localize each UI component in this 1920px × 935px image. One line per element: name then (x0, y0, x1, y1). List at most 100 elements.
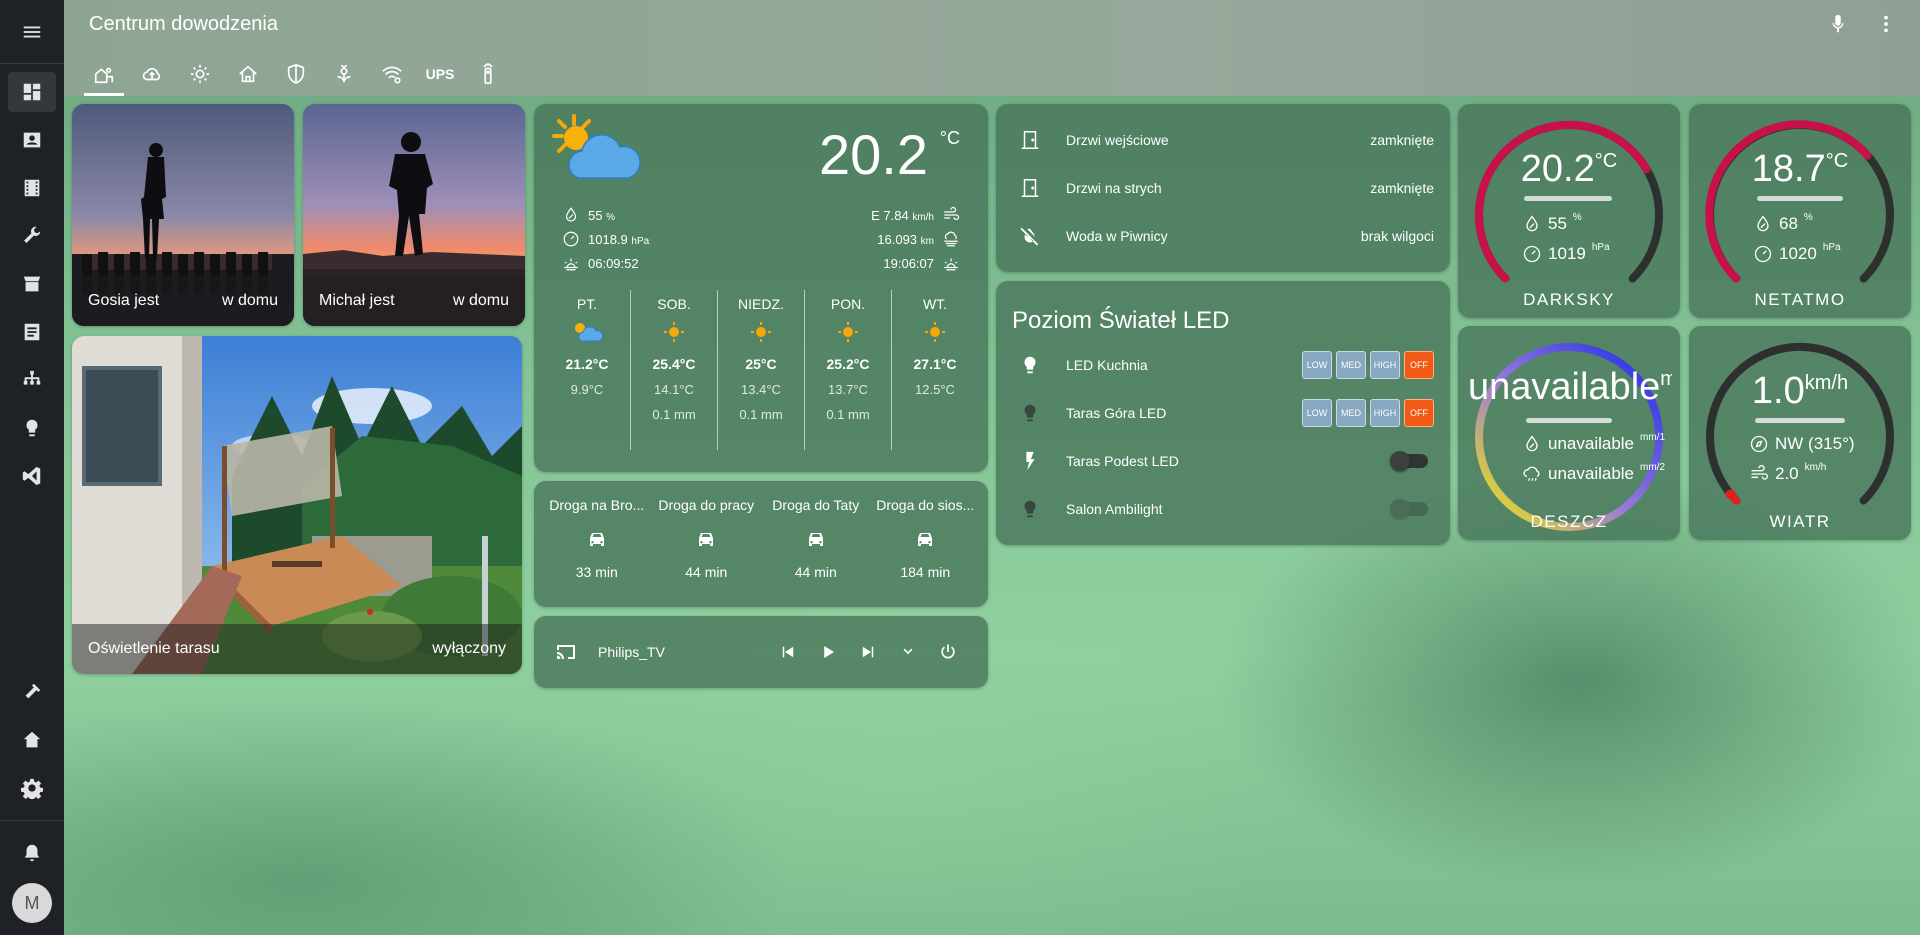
person-card-gosia[interactable]: Gosia jest w domu (72, 104, 294, 326)
sidebar-item-overview[interactable] (8, 72, 56, 112)
media-player-name: Philips_TV (598, 644, 665, 660)
entity-row[interactable]: Drzwi na strych zamknięte (1016, 168, 1434, 208)
wind-gust: 2.0 (1775, 464, 1799, 483)
humidity-value: 68 (1779, 214, 1798, 233)
wind-gauge-card[interactable]: 1.0km/h NW (315°) 2.0 km/h WIATR (1689, 326, 1911, 540)
sidebar-item-zones[interactable] (8, 168, 56, 208)
forecast-high: 21.2°C (565, 356, 609, 372)
wind-unit: km/h (1804, 372, 1849, 394)
led-row-kuchnia[interactable]: LED Kuchnia LOW MED HIGH OFF (1016, 345, 1434, 385)
darksky-gauge-card[interactable]: 20.2°C 55% 1019 hPa DARKSKY (1458, 104, 1680, 318)
sidebar-item-hacs[interactable] (8, 264, 56, 304)
menu-button[interactable] (0, 0, 64, 64)
tab-garden[interactable] (320, 52, 368, 96)
sidebar-item-supervisor[interactable] (8, 720, 56, 760)
vscode-icon (22, 466, 41, 486)
rain-gauge-card[interactable]: unavailablemm unavailablemm/1 unavailabl… (1458, 326, 1680, 540)
rain-total-value: unavailable (1548, 464, 1635, 483)
toggle-switch-disabled[interactable] (1390, 499, 1428, 519)
sunset-icon (944, 258, 958, 271)
entity-name: Taras Góra LED (1066, 405, 1167, 421)
person-name: Gosia jest (88, 292, 160, 309)
previous-button[interactable] (768, 643, 808, 661)
sidebar-item-settings[interactable] (8, 768, 56, 808)
toggle-switch[interactable] (1390, 451, 1428, 471)
sidebar-item-network[interactable] (8, 360, 56, 400)
rain-total-unit: mm/2 (1640, 461, 1666, 473)
tab-remote[interactable] (464, 52, 512, 96)
sidebar-item-profile-card[interactable] (8, 120, 56, 160)
person-card-michal[interactable]: Michał jest w domu (303, 104, 525, 326)
led-med-button[interactable]: MED (1336, 351, 1366, 379)
wind-value: 1.0 (1751, 370, 1805, 412)
netatmo-gauge-card[interactable]: 18.7°C 68% 1020 hPa NETATMO (1689, 104, 1911, 318)
tab-home[interactable] (80, 52, 128, 96)
sidebar-item-tools[interactable] (8, 216, 56, 256)
next-button[interactable] (848, 643, 888, 661)
humidity-unit: % (606, 211, 615, 223)
skip-next-icon (862, 646, 874, 658)
led-off-button[interactable]: OFF (1404, 351, 1434, 379)
travel-name: Droga do sios... (876, 497, 975, 513)
led-row-salon-ambilight[interactable]: Salon Ambilight (1016, 489, 1434, 529)
sidebar-item-notifications[interactable] (8, 833, 56, 873)
pressure-value: 1018.9 (588, 231, 628, 247)
gauge-value: unavailablemm (1468, 366, 1672, 409)
sidebar-item-logbook[interactable] (8, 312, 56, 352)
view-tabs: UPS (80, 52, 512, 96)
travel-item[interactable]: Droga do Taty 44 min (761, 497, 871, 580)
sun-icon (190, 64, 210, 84)
led-row-taras-gora[interactable]: Taras Góra LED LOW MED HIGH OFF (1016, 393, 1434, 433)
forecast-day-name: PT. (576, 296, 598, 312)
person-state: w domu (452, 292, 509, 309)
partly-cloudy-icon (575, 323, 604, 342)
tab-rooms[interactable] (224, 52, 272, 96)
travel-item[interactable]: Droga do pracy 44 min (652, 497, 762, 580)
entity-row[interactable]: Drzwi wejściowe zamknięte (1016, 120, 1434, 160)
wind-icon (1751, 465, 1768, 480)
tab-network[interactable] (368, 52, 416, 96)
entity-row[interactable]: Woda w Piwnicy brak wilgoci (1016, 216, 1434, 256)
weather-forecast: PT. 21.2°C 9.9°C SOB. 25.4°C 14.1°C 0.1 … (544, 290, 978, 450)
sidebar-item-lights[interactable] (8, 408, 56, 448)
forecast-day-name: PON. (830, 296, 866, 312)
camera-card-terrace[interactable]: Oświetlenie tarasu wyłączony (72, 336, 522, 674)
forecast-day: NIEDZ. 25°C 13.4°C 0.1 mm (718, 290, 805, 450)
travel-item[interactable]: Droga do sios... 184 min (871, 497, 981, 580)
sunrise-time: 06:09:52 (588, 255, 639, 271)
wind-gust-row: 2.0 km/h (1749, 462, 1826, 484)
tab-ups[interactable]: UPS (416, 52, 464, 96)
person-bar: Gosia jest w domu (72, 276, 294, 326)
travel-item[interactable]: Droga na Bro... 33 min (542, 497, 652, 580)
sidebar-item-vscode[interactable] (8, 456, 56, 496)
pressure-unit: hPa (1591, 241, 1610, 253)
wind-direction-row: NW (315°) (1749, 434, 1855, 454)
wifi-cog-icon (382, 66, 402, 84)
avatar[interactable]: M (12, 883, 52, 923)
led-off-button[interactable]: OFF (1404, 399, 1434, 427)
sidebar-item-developer-tools[interactable] (8, 672, 56, 712)
expand-button[interactable] (888, 643, 928, 661)
weather-rainy-icon (1523, 466, 1540, 481)
power-button[interactable] (928, 642, 968, 662)
tab-weather[interactable] (176, 52, 224, 96)
play-button[interactable] (808, 643, 848, 661)
tab-security[interactable] (272, 52, 320, 96)
voice-button[interactable] (1826, 12, 1850, 36)
led-low-button[interactable]: LOW (1302, 399, 1332, 427)
person-name: Michał jest (319, 292, 395, 309)
more-options-button[interactable] (1874, 12, 1898, 36)
flash-icon (1026, 451, 1035, 471)
wind-icon (944, 206, 960, 221)
led-high-button[interactable]: HIGH (1370, 351, 1400, 379)
led-low-button[interactable]: LOW (1302, 351, 1332, 379)
travel-time: 44 min (685, 564, 728, 580)
led-med-button[interactable]: MED (1336, 399, 1366, 427)
tab-cloud[interactable] (128, 52, 176, 96)
forecast-low: 14.1°C (654, 382, 694, 397)
entity-name: Taras Podest LED (1066, 453, 1179, 469)
rain-rate-row: unavailable mm/1 (1522, 432, 1665, 454)
led-row-taras-podest[interactable]: Taras Podest LED (1016, 441, 1434, 481)
weather-card[interactable]: 20.2 °C 55 % 1018.9 hPa 06:09:52 E 7.84 … (534, 104, 988, 472)
led-high-button[interactable]: HIGH (1370, 399, 1400, 427)
